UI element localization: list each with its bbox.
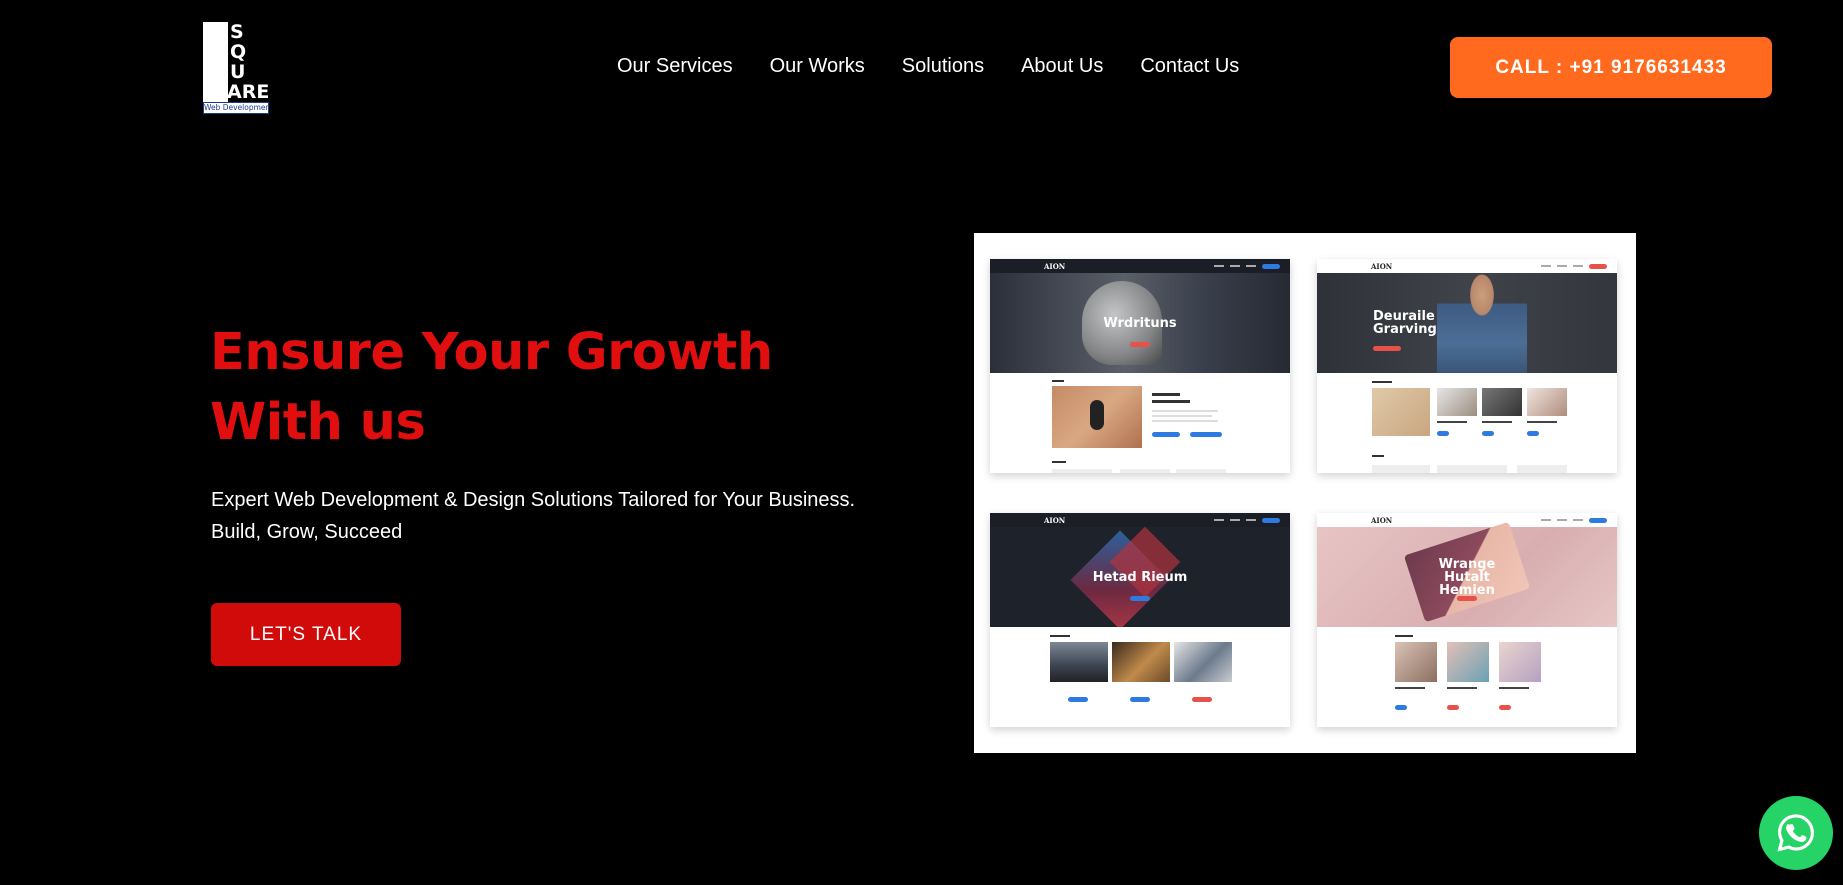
nav-our-services[interactable]: Our Services (617, 55, 733, 78)
logo-letter-u: U (230, 61, 246, 83)
logo-letter-are: ARE (227, 81, 270, 103)
call-button[interactable]: CALL : +91 9176631433 (1450, 37, 1772, 98)
mockup-brand: AION (1044, 515, 1066, 525)
hero-subtitle-line2: Build, Grow, Succeed (211, 521, 403, 543)
mockup-card: AION Hetad Rieum (990, 513, 1290, 727)
nav-solutions[interactable]: Solutions (902, 55, 984, 78)
mockup-banner-title: Wrdrituns (1103, 315, 1177, 331)
mockup-brand: AION (1371, 515, 1393, 525)
main-nav: Our Services Our Works Solutions About U… (617, 55, 1239, 78)
whatsapp-button[interactable] (1759, 796, 1833, 870)
mockup-banner-title: Wrange Hutalt Hemien (1438, 556, 1496, 598)
mockup-banner-title: Deuraile Grarving (1373, 309, 1437, 337)
nav-contact-us[interactable]: Contact Us (1140, 55, 1239, 78)
nav-our-works[interactable]: Our Works (770, 55, 865, 78)
mockup-brand: AION (1371, 261, 1393, 271)
logo-tagline: Web Development (203, 102, 269, 114)
mockup-card: AION Deuraile Grarving (1317, 259, 1617, 473)
lets-talk-button[interactable]: LET'S TALK (211, 603, 401, 666)
hero-title-line2: With us (210, 393, 426, 452)
mockup-brand: AION (1044, 261, 1066, 271)
hero-title-line1: Ensure Your Growth (210, 323, 773, 382)
logo-bar (203, 22, 228, 114)
logo-letter-s: S (230, 21, 244, 43)
hero-title: Ensure Your Growth With us (210, 318, 850, 458)
hero-subtitle-line1: Expert Web Development & Design Solution… (211, 489, 856, 511)
site-logo[interactable]: S Q U ARE Web Development (203, 22, 269, 114)
mockup-card: AION Wrdrituns (990, 259, 1290, 473)
logo-letter-q: Q (230, 41, 247, 63)
mockup-card: AION Wrange Hutalt Hemien (1317, 513, 1617, 727)
nav-about-us[interactable]: About Us (1021, 55, 1103, 78)
whatsapp-icon (1777, 814, 1814, 852)
website-mockups-image: AION Wrdrituns AION Deuraile Grarving AI… (974, 233, 1636, 753)
mockup-banner-title: Hetad Rieum (1092, 569, 1188, 585)
hero-subtitle: Expert Web Development & Design Solution… (211, 484, 871, 548)
